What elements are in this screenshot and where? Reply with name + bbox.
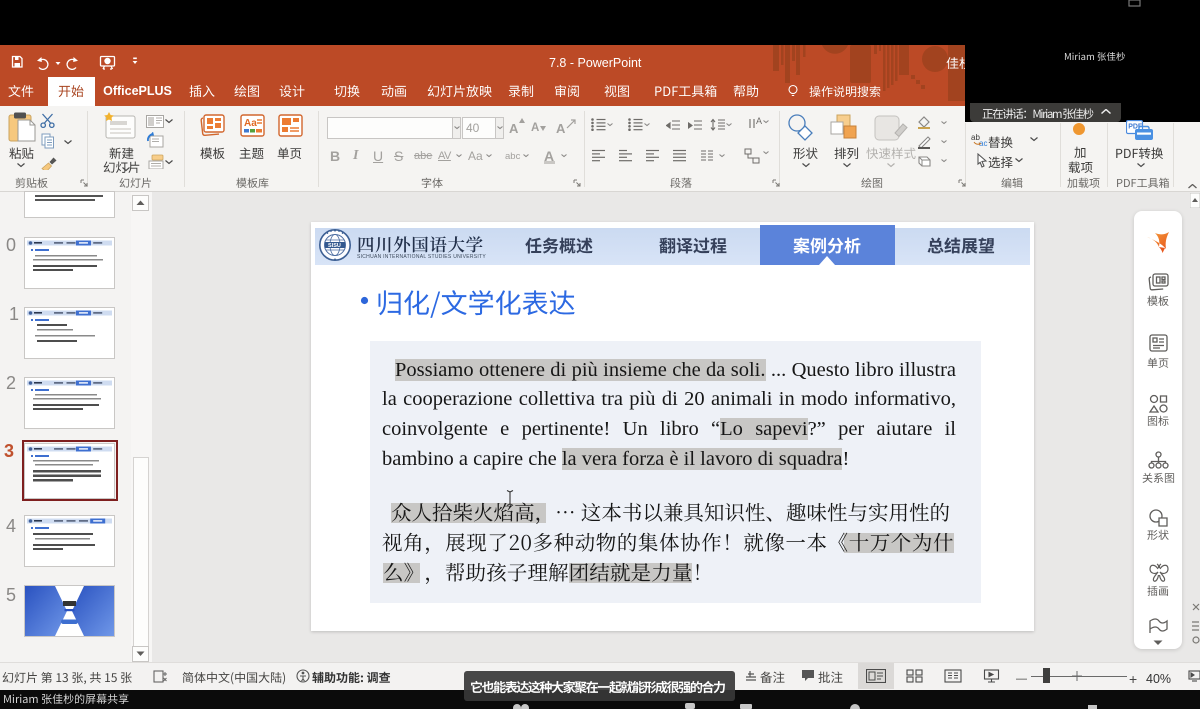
svg-text:Aa: Aa bbox=[244, 118, 257, 129]
svg-text:ac: ac bbox=[979, 139, 987, 147]
svg-text:SISU: SISU bbox=[328, 243, 341, 249]
svg-text:A: A bbox=[756, 116, 762, 126]
